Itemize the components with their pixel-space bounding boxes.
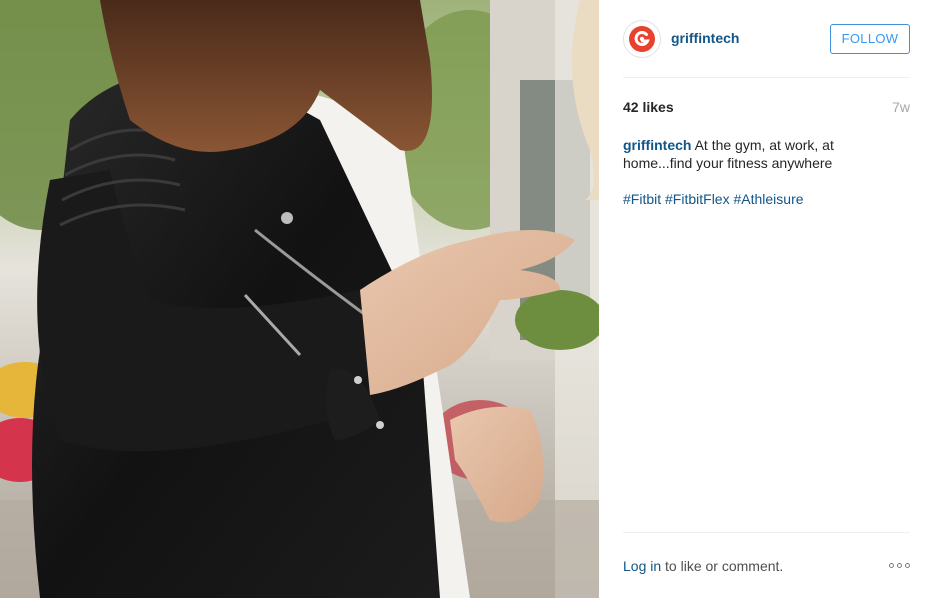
post-side-panel: griffintech FOLLOW 42 likes 7w griffinte… [599, 0, 933, 598]
more-options-icon[interactable] [889, 556, 910, 576]
post-caption: griffintech At the gym, at work, at home… [623, 136, 863, 172]
hashtag-list: #Fitbit #FitbitFlex #Athleisure [623, 190, 910, 208]
more-dot [889, 563, 894, 568]
more-dot [897, 563, 902, 568]
post-header: griffintech FOLLOW [623, 0, 910, 78]
post-photo-illustration [0, 0, 599, 598]
post-footer: Log in to like or comment. [623, 532, 910, 598]
likes-count[interactable]: 42 likes [623, 99, 674, 115]
instagram-post: griffintech FOLLOW 42 likes 7w griffinte… [0, 0, 933, 598]
login-prompt-rest: to like or comment. [661, 557, 784, 574]
more-dot [905, 563, 910, 568]
post-photo[interactable] [0, 0, 599, 598]
follow-button[interactable]: FOLLOW [830, 23, 910, 54]
griffin-logo-icon [629, 25, 655, 52]
post-meta: 42 likes 7w [623, 98, 910, 115]
username-link[interactable]: griffintech [671, 30, 830, 46]
login-prompt: Log in to like or comment. [623, 558, 783, 574]
hashtag-athleisure[interactable]: #Athleisure [733, 191, 803, 207]
caption-username-link[interactable]: griffintech [623, 137, 691, 153]
login-link[interactable]: Log in [623, 558, 661, 574]
hashtag-fitbit[interactable]: #Fitbit [623, 191, 661, 207]
hashtag-fitbitflex[interactable]: #FitbitFlex [665, 191, 730, 207]
post-age[interactable]: 7w [892, 99, 910, 115]
avatar[interactable] [623, 19, 661, 58]
